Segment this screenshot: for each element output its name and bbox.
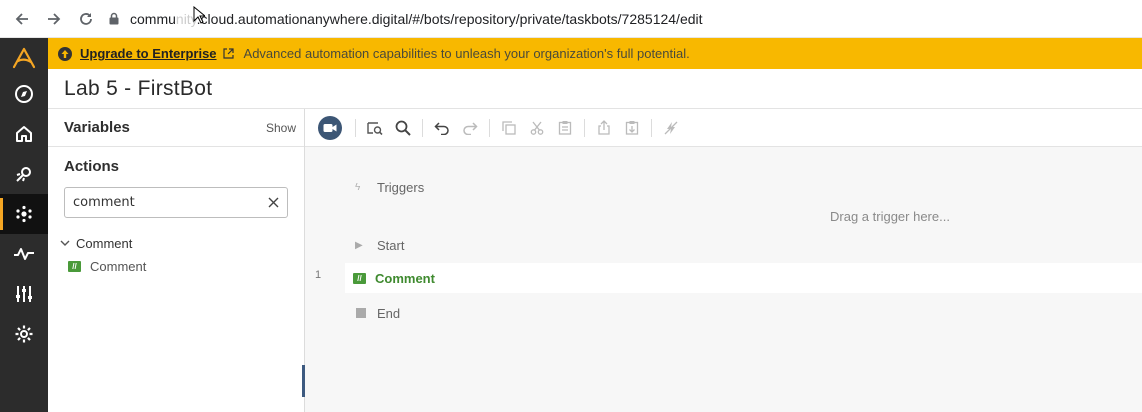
page-title: Lab 5 - FirstBot — [64, 76, 213, 100]
toolbar-separator — [489, 118, 490, 137]
browser-address-bar: community.cloud.automationanywhere.digit… — [0, 0, 1142, 38]
disable-button[interactable] — [657, 114, 685, 142]
clear-search-icon[interactable] — [268, 197, 279, 208]
upgrade-link[interactable]: Upgrade to Enterprise — [80, 46, 217, 61]
forward-button[interactable] — [38, 0, 70, 38]
start-row[interactable]: ▶ Start — [305, 230, 1142, 260]
home-icon — [16, 126, 32, 142]
external-link-icon — [222, 48, 234, 59]
actions-search-box[interactable]: comment — [64, 187, 288, 218]
actions-search-input[interactable]: comment — [73, 195, 135, 210]
end-row[interactable]: End — [305, 298, 1142, 328]
comment-icon: // — [353, 272, 366, 284]
import-button[interactable] — [618, 114, 646, 142]
variables-title: Variables — [64, 119, 130, 136]
end-label: End — [377, 305, 401, 321]
import-icon — [625, 121, 639, 135]
stop-icon — [356, 308, 366, 318]
disable-icon — [664, 121, 678, 134]
copy-button[interactable] — [495, 114, 523, 142]
lock-icon — [109, 12, 119, 25]
toolbar-separator — [584, 118, 585, 137]
search-icon — [395, 120, 411, 136]
bot-agent-icon — [16, 167, 31, 182]
find-in-page-icon — [367, 121, 383, 135]
toolbar-separator — [355, 118, 356, 137]
upgrade-arrow-icon — [58, 46, 72, 61]
actions-title: Actions — [64, 158, 120, 175]
paste-icon — [558, 121, 572, 135]
undo-button[interactable] — [428, 114, 456, 142]
reload-button[interactable] — [70, 0, 102, 38]
rail-manage[interactable] — [0, 274, 48, 314]
actions-panel: Variables Show Actions comment Comment /… — [48, 109, 305, 412]
mouse-cursor-icon — [193, 6, 205, 24]
undo-icon — [434, 121, 449, 135]
rail-bots[interactable] — [0, 154, 48, 194]
copy-icon — [502, 120, 516, 135]
rail-automation[interactable] — [0, 194, 48, 234]
rail-home[interactable] — [0, 114, 48, 154]
automation-icon — [16, 205, 32, 223]
export-icon — [598, 120, 610, 135]
flow-area: ϟ Triggers Drag a trigger here... ▶ Star… — [305, 147, 1142, 412]
url-text: community.cloud.automationanywhere.digit… — [130, 10, 703, 27]
explore-compass-icon — [15, 85, 33, 103]
triggers-label: Triggers — [377, 179, 425, 195]
automation-anywhere-logo-icon — [12, 47, 36, 69]
flow-step-comment[interactable]: // Comment — [345, 263, 1142, 293]
tree-group-label: Comment — [76, 235, 133, 251]
editor-toolbar — [305, 109, 1142, 147]
drag-trigger-hint: Drag a trigger here... — [830, 209, 950, 224]
tree-group-comment[interactable]: Comment — [48, 232, 304, 254]
activity-pulse-icon — [14, 248, 34, 260]
upgrade-banner: Upgrade to Enterprise Advanced automatio… — [48, 38, 1142, 69]
redo-icon — [463, 121, 478, 135]
step-label: Comment — [375, 270, 435, 286]
rail-activity[interactable] — [0, 234, 48, 274]
triggers-row[interactable]: ϟ Triggers — [305, 172, 1142, 202]
record-icon — [323, 123, 337, 132]
tree-item-comment[interactable]: // Comment — [48, 254, 304, 278]
export-button[interactable] — [590, 114, 618, 142]
search-button[interactable] — [389, 114, 417, 142]
tree-item-label: Comment — [90, 258, 147, 274]
rail-explore[interactable] — [0, 74, 48, 114]
chevron-down-icon — [60, 240, 70, 246]
toolbar-separator — [651, 118, 652, 137]
cut-icon — [530, 121, 544, 135]
comment-icon: // — [68, 260, 81, 272]
automation-anywhere-logo[interactable] — [0, 38, 48, 78]
page-header: Lab 5 - FirstBot — [48, 69, 1142, 109]
actions-tree: Comment // Comment — [48, 232, 304, 278]
line-number: 1 — [315, 269, 322, 281]
manage-sliders-icon — [16, 286, 32, 302]
reload-icon — [80, 12, 92, 25]
play-icon: ▶ — [355, 239, 363, 251]
administration-gear-icon — [15, 325, 33, 343]
variables-show-toggle[interactable]: Show — [266, 121, 296, 135]
app-navigation-rail — [0, 38, 48, 412]
lightning-icon: ϟ — [355, 181, 361, 193]
cut-button[interactable] — [523, 114, 551, 142]
start-label: Start — [377, 237, 405, 253]
flow-canvas: ϟ Triggers Drag a trigger here... ▶ Star… — [305, 109, 1142, 412]
arrow-right-icon — [48, 12, 61, 25]
back-button[interactable] — [6, 0, 38, 38]
redo-button[interactable] — [456, 114, 484, 142]
paste-button[interactable] — [551, 114, 579, 142]
arrow-left-icon — [15, 12, 28, 25]
rail-administration[interactable] — [0, 314, 48, 354]
banner-message: Advanced automation capabilities to unle… — [243, 46, 690, 61]
find-in-page-button[interactable] — [361, 114, 389, 142]
variables-section: Variables Show — [48, 109, 304, 147]
toolbar-separator — [422, 118, 423, 137]
record-button[interactable] — [318, 115, 342, 140]
